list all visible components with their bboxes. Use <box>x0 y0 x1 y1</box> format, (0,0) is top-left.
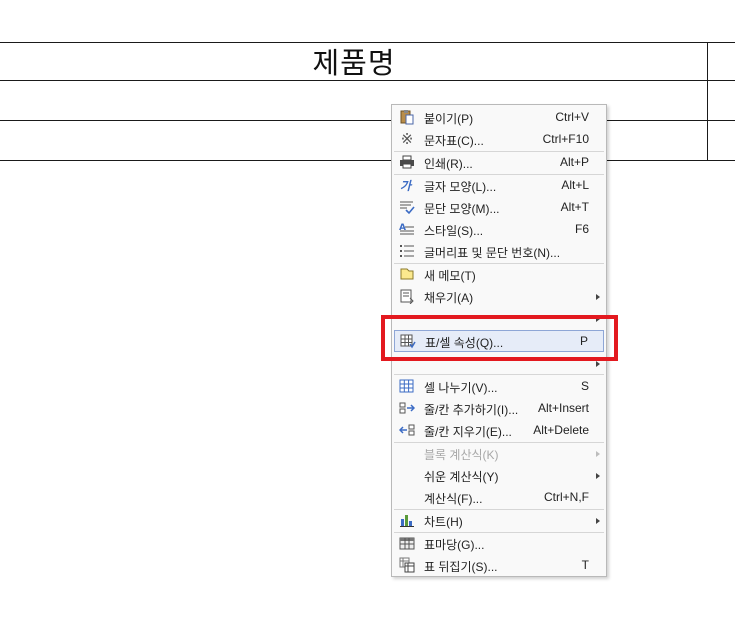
table-header-cell[interactable]: 제품명 <box>0 42 708 80</box>
table-template-icon <box>399 535 415 551</box>
submenu-arrow-icon <box>596 294 600 300</box>
symbol-icon: ※ <box>400 131 414 148</box>
menu-item-flip-table[interactable]: 표 뒤집기(S)... T <box>392 554 606 576</box>
menu-item-symbol[interactable]: ※ 문자표(C)... Ctrl+F10 <box>392 128 606 150</box>
table-border-row2 <box>0 120 735 121</box>
split-cell-icon <box>399 378 415 394</box>
menu-item-paste[interactable]: 붙이기(P) Ctrl+V <box>392 106 606 128</box>
menu-item-char-shape[interactable]: 가 글자 모양(L)... Alt+L <box>392 174 606 196</box>
table-border-bottom <box>0 160 735 161</box>
char-shape-icon: 가 <box>399 177 415 193</box>
highlight-annotation-box <box>381 315 618 361</box>
paste-icon <box>399 109 415 125</box>
submenu-arrow-icon <box>596 473 600 479</box>
insert-row-col-icon <box>399 400 415 416</box>
chart-icon <box>399 512 415 528</box>
submenu-arrow-icon <box>596 451 600 457</box>
menu-item-easy-formula[interactable]: 쉬운 계산식(Y) <box>392 464 606 486</box>
new-memo-icon <box>399 266 415 282</box>
submenu-arrow-icon <box>596 361 600 367</box>
menu-item-insert-row-col[interactable]: 줄/칸 추가하기(I)... Alt+Insert <box>392 397 606 419</box>
menu-item-table-template[interactable]: 표마당(G)... <box>392 532 606 554</box>
menu-item-formula[interactable]: 계산식(F)... Ctrl+N,F <box>392 486 606 508</box>
svg-text:가: 가 <box>400 179 413 193</box>
print-icon <box>399 154 415 170</box>
document-table[interactable]: 제품명 <box>0 0 735 200</box>
style-icon: A <box>399 221 415 237</box>
menu-item-chart[interactable]: 차트(H) <box>392 509 606 531</box>
flip-table-icon <box>399 557 415 573</box>
menu-item-bullet-numbering[interactable]: 글머리표 및 문단 번호(N)... <box>392 240 606 262</box>
menu-item-new-memo[interactable]: 새 메모(T) <box>392 263 606 285</box>
fill-icon <box>399 288 415 304</box>
menu-item-print[interactable]: 인쇄(R)... Alt+P <box>392 151 606 173</box>
submenu-arrow-icon <box>596 518 600 524</box>
delete-row-col-icon <box>399 422 415 438</box>
menu-item-block-formula: 블록 계산식(K) <box>392 442 606 464</box>
bullet-numbering-icon <box>399 243 415 259</box>
menu-item-style[interactable]: A 스타일(S)... F6 <box>392 218 606 240</box>
menu-item-fill[interactable]: 채우기(A) <box>392 285 606 307</box>
menu-item-split-cell[interactable]: 셀 나누기(V)... S <box>392 375 606 397</box>
menu-item-delete-row-col[interactable]: 줄/칸 지우기(E)... Alt+Delete <box>392 419 606 441</box>
menu-item-paragraph-shape[interactable]: 문단 모양(M)... Alt+T <box>392 196 606 218</box>
paragraph-shape-icon <box>399 199 415 215</box>
